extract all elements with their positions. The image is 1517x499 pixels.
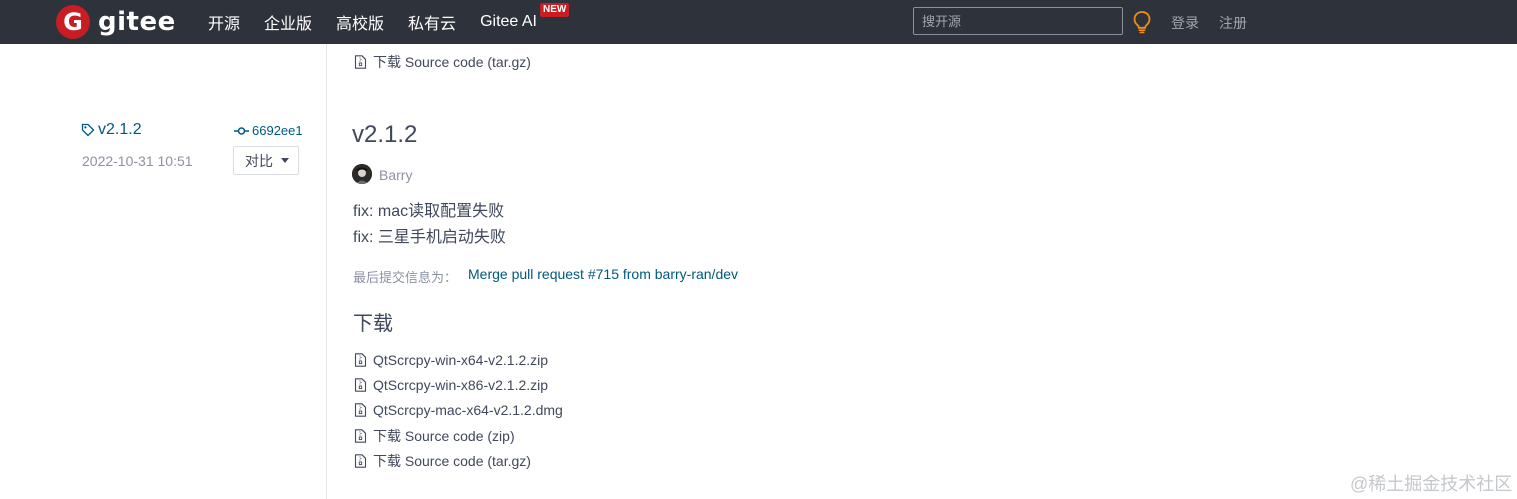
- file-zip-icon: [354, 429, 367, 443]
- file-zip-icon: [354, 454, 367, 468]
- download-link-label: QtScrcpy-win-x86-v2.1.2.zip: [373, 377, 549, 393]
- download-link-label: 下载 Source code (zip): [373, 428, 515, 444]
- downloads-heading: 下载: [353, 313, 393, 335]
- download-link-source-zip[interactable]: 下载 Source code (zip): [354, 426, 515, 446]
- gitee-logo-mark: G: [56, 5, 90, 39]
- download-link-label: 下载 Source code (tar.gz): [373, 54, 531, 70]
- nav-item-open-source[interactable]: 开源: [208, 10, 240, 34]
- download-link-mac-x64[interactable]: QtScrcpy-mac-x64-v2.1.2.dmg: [354, 400, 563, 420]
- nav-item-education[interactable]: 高校版: [336, 10, 384, 34]
- release-note-line: fix: mac读取配置失败: [353, 203, 505, 220]
- download-link-win-x86[interactable]: QtScrcpy-win-x86-v2.1.2.zip: [354, 375, 548, 395]
- main-nav: 开源 企业版 高校版 私有云 Gitee AI: [208, 0, 561, 44]
- login-link[interactable]: 登录: [1171, 13, 1199, 33]
- avatar-image: [352, 164, 372, 184]
- nav-item-private-cloud[interactable]: 私有云: [408, 10, 456, 34]
- lightbulb-icon[interactable]: [1132, 10, 1152, 34]
- gitee-logo[interactable]: G gitee: [56, 4, 176, 40]
- release-tag-label: v2.1.2: [98, 121, 142, 138]
- avatar[interactable]: [352, 164, 372, 184]
- last-commit-link[interactable]: Merge pull request #715 from barry-ran/d…: [468, 266, 738, 282]
- file-zip-icon: [354, 378, 367, 392]
- release-sidebar: [0, 44, 326, 499]
- column-divider: [326, 44, 327, 499]
- file-zip-icon: [354, 403, 367, 417]
- watermark: @稀土掘金技术社区: [1350, 474, 1513, 494]
- download-link-label: QtScrcpy-mac-x64-v2.1.2.dmg: [373, 402, 563, 418]
- last-commit-label: 最后提交信息为：: [353, 270, 458, 285]
- compare-dropdown-button[interactable]: 对比: [233, 146, 299, 175]
- gitee-logo-text: gitee: [98, 7, 176, 37]
- download-link-label: 下载 Source code (tar.gz): [373, 453, 531, 469]
- file-zip-icon: [354, 55, 367, 69]
- tag-icon: [81, 123, 95, 137]
- search-input[interactable]: [913, 7, 1123, 35]
- release-note-line: fix: 三星手机启动失败: [353, 229, 506, 246]
- release-commit-link[interactable]: 6692ee1: [234, 123, 303, 138]
- download-link-win-x64[interactable]: QtScrcpy-win-x64-v2.1.2.zip: [354, 350, 548, 370]
- commit-icon: [234, 126, 249, 135]
- download-link-source-targz[interactable]: 下载 Source code (tar.gz): [354, 451, 531, 471]
- register-link[interactable]: 注册: [1219, 13, 1247, 33]
- caret-down-icon: [281, 158, 289, 163]
- nav-item-enterprise[interactable]: 企业版: [264, 10, 312, 34]
- release-tag-link[interactable]: v2.1.2: [81, 121, 142, 139]
- new-badge: NEW: [540, 3, 570, 17]
- file-zip-icon: [354, 353, 367, 367]
- author-name[interactable]: Barry: [379, 167, 412, 183]
- release-date: 2022-10-31 10:51: [82, 153, 193, 169]
- compare-button-label: 对比: [245, 152, 273, 169]
- download-link-label: QtScrcpy-win-x64-v2.1.2.zip: [373, 352, 549, 368]
- nav-item-gitee-ai[interactable]: Gitee AI: [480, 13, 537, 31]
- release-commit-hash: 6692ee1: [252, 123, 303, 138]
- release-title: v2.1.2: [352, 121, 418, 148]
- download-link-prev-source-targz[interactable]: 下载 Source code (tar.gz): [354, 52, 531, 72]
- top-navbar: G gitee 开源 企业版 高校版 私有云 Gitee AI NEW 登录 注…: [0, 0, 1517, 44]
